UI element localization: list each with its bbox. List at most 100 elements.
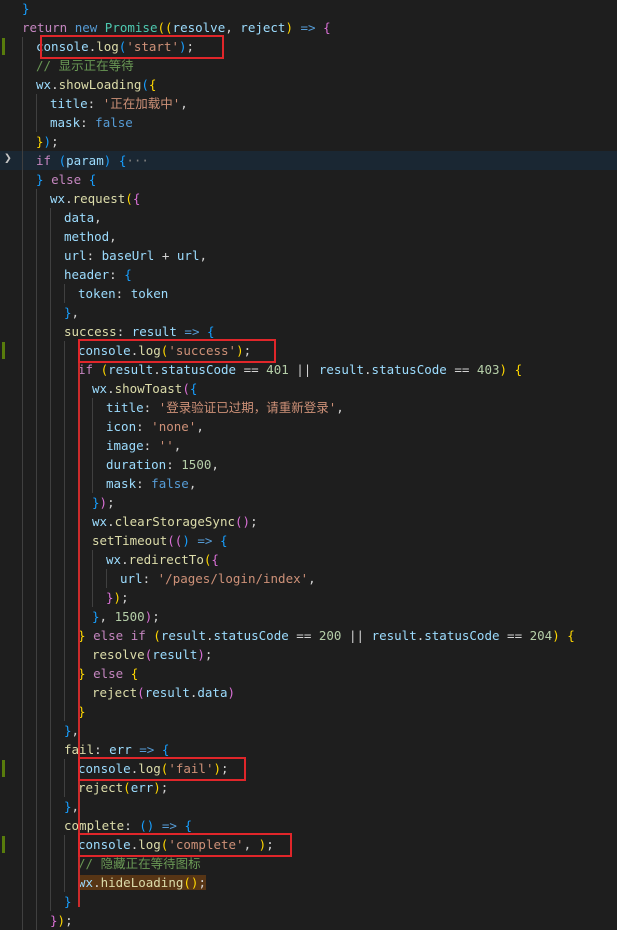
indent-guide	[22, 531, 23, 550]
code-text: // 显示正在等待	[36, 56, 134, 75]
code-line[interactable]: reject(result.data)	[0, 683, 617, 702]
code-line[interactable]: wx.request({	[0, 189, 617, 208]
code-line[interactable]: // 显示正在等待	[0, 56, 617, 75]
git-change-marker[interactable]	[2, 38, 5, 55]
chevron-right-icon[interactable]: ❯	[4, 152, 12, 166]
indent-guide	[22, 873, 23, 892]
indent-guide	[22, 322, 23, 341]
code-line[interactable]: },	[0, 797, 617, 816]
indent-guide	[64, 645, 65, 664]
indent-guide	[50, 436, 51, 455]
code-text: success: result => {	[64, 322, 215, 341]
indent-guide	[50, 303, 51, 322]
code-line[interactable]: console.log('success');	[0, 341, 617, 360]
code-line[interactable]: icon: 'none',	[0, 417, 617, 436]
code-token: (	[58, 153, 67, 168]
code-line[interactable]: wx.clearStorageSync();	[0, 512, 617, 531]
code-line[interactable]: wx.showLoading({	[0, 75, 617, 94]
code-token: {	[148, 77, 157, 92]
code-line[interactable]: url: '/pages/login/index',	[0, 569, 617, 588]
code-line[interactable]: },	[0, 303, 617, 322]
code-line[interactable]: if (param) {···	[0, 151, 617, 170]
code-line[interactable]: console.log('complete', );	[0, 835, 617, 854]
code-text: image: '',	[106, 436, 181, 455]
code-editor[interactable]: } return new Promise((resolve, reject) =>…	[0, 0, 617, 930]
code-line[interactable]: title: '正在加载中',	[0, 94, 617, 113]
code-line[interactable]: } else {	[0, 664, 617, 683]
code-token: }	[106, 590, 114, 605]
code-line[interactable]: fail: err => {	[0, 740, 617, 759]
code-text: method,	[64, 227, 117, 246]
indent-guide	[22, 512, 23, 531]
code-line[interactable]: if (result.statusCode == 401 || result.s…	[0, 360, 617, 379]
code-line[interactable]: wx.hideLoading();	[0, 873, 617, 892]
code-token: )	[197, 647, 205, 662]
code-line[interactable]: token: token	[0, 284, 617, 303]
code-line[interactable]: });	[0, 132, 617, 151]
code-line[interactable]: }, 1500);	[0, 607, 617, 626]
code-line[interactable]: resolve(result);	[0, 645, 617, 664]
indent-guide	[36, 797, 37, 816]
code-line[interactable]: wx.redirectTo({	[0, 550, 617, 569]
code-line[interactable]: title: '登录验证已过期，请重新登录',	[0, 398, 617, 417]
fold-ellipsis[interactable]: ···	[126, 153, 149, 168]
code-line[interactable]: url: baseUrl + url,	[0, 246, 617, 265]
code-text: } else {	[36, 170, 96, 189]
indent-guide	[50, 341, 51, 360]
code-line[interactable]: duration: 1500,	[0, 455, 617, 474]
indent-guide	[22, 227, 23, 246]
code-line[interactable]: mask: false	[0, 113, 617, 132]
indent-guide	[50, 721, 51, 740]
indent-guide	[36, 398, 37, 417]
code-line[interactable]: console.log('fail');	[0, 759, 617, 778]
code-line[interactable]: reject(err);	[0, 778, 617, 797]
code-line[interactable]: return new Promise((resolve, reject) => …	[0, 18, 617, 37]
code-line[interactable]: image: '',	[0, 436, 617, 455]
code-line[interactable]: method,	[0, 227, 617, 246]
code-line[interactable]: });	[0, 588, 617, 607]
code-line[interactable]: setTimeout(() => {	[0, 531, 617, 550]
code-token: {	[184, 818, 192, 833]
code-text: console.log('fail');	[78, 759, 229, 778]
code-token: if	[78, 362, 101, 377]
code-line[interactable]: // 隐藏正在等待图标	[0, 854, 617, 873]
code-line[interactable]: }	[0, 892, 617, 911]
indent-guide	[50, 854, 51, 873]
git-change-marker[interactable]	[2, 342, 5, 359]
code-line[interactable]: });	[0, 493, 617, 512]
code-token: title	[50, 96, 88, 111]
code-line[interactable]: },	[0, 721, 617, 740]
git-change-marker[interactable]	[2, 760, 5, 777]
indent-guide	[64, 455, 65, 474]
code-line[interactable]: } else {	[0, 170, 617, 189]
code-token: :	[87, 96, 103, 111]
code-line[interactable]: });	[0, 911, 617, 930]
code-text: });	[50, 911, 73, 930]
git-change-marker[interactable]	[2, 836, 5, 853]
code-line[interactable]: }	[0, 702, 617, 721]
code-token: (	[137, 685, 145, 700]
indent-guide	[92, 417, 93, 436]
code-token: ==	[288, 628, 319, 643]
indent-guide	[50, 588, 51, 607]
code-line[interactable]: }	[0, 0, 617, 18]
code-token: .	[153, 362, 161, 377]
indent-guide	[36, 816, 37, 835]
code-line[interactable]: success: result => {	[0, 322, 617, 341]
code-token: log	[138, 837, 161, 852]
indent-guide	[50, 702, 51, 721]
code-line[interactable]: } else if (result.statusCode == 200 || r…	[0, 626, 617, 645]
code-line[interactable]: complete: () => {	[0, 816, 617, 835]
code-token: image	[106, 438, 144, 453]
indent-guide	[22, 246, 23, 265]
code-line[interactable]: mask: false,	[0, 474, 617, 493]
code-line[interactable]: data,	[0, 208, 617, 227]
code-text: header: {	[64, 265, 132, 284]
code-token: ,	[336, 400, 344, 415]
indent-guide	[36, 664, 37, 683]
code-token: mask	[50, 115, 81, 130]
code-line[interactable]: console.log('start');	[0, 37, 617, 56]
code-line[interactable]: header: {	[0, 265, 617, 284]
code-line[interactable]: wx.showToast({	[0, 379, 617, 398]
code-token: ;	[266, 837, 274, 852]
